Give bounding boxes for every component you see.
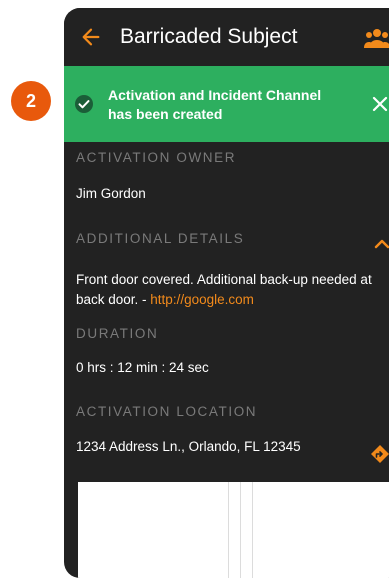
details-text: Front door covered. Additional back-up n… <box>76 270 388 310</box>
details-label: ADDITIONAL DETAILS <box>76 231 245 246</box>
map-road <box>240 482 241 578</box>
check-circle-icon <box>75 95 93 113</box>
details-link[interactable]: http://google.com <box>150 292 254 307</box>
app-bar: Barricaded Subject <box>64 8 389 66</box>
duration-label: DURATION <box>76 326 159 341</box>
owner-value: Jim Gordon <box>76 186 146 201</box>
map-road <box>252 482 253 578</box>
chevron-up-icon[interactable] <box>374 238 389 250</box>
location-map[interactable] <box>78 482 389 578</box>
location-label: ACTIVATION LOCATION <box>76 404 258 419</box>
map-road <box>228 482 229 578</box>
phone-screen: Barricaded Subject Activation and Incide… <box>64 8 389 578</box>
duration-value: 0 hrs : 12 min : 24 sec <box>76 360 209 375</box>
success-banner: Activation and Incident Channel has been… <box>64 66 389 142</box>
page-title: Barricaded Subject <box>120 25 298 48</box>
group-icon[interactable] <box>364 28 389 48</box>
close-icon[interactable] <box>372 96 388 112</box>
location-address: 1234 Address Ln., Orlando, FL 12345 <box>76 439 301 454</box>
banner-message: Activation and Incident Channel has been… <box>108 87 322 122</box>
step-badge: 2 <box>11 81 51 121</box>
directions-icon[interactable] <box>370 444 389 464</box>
owner-label: ACTIVATION OWNER <box>76 150 237 165</box>
arrow-left-icon[interactable] <box>80 26 102 48</box>
